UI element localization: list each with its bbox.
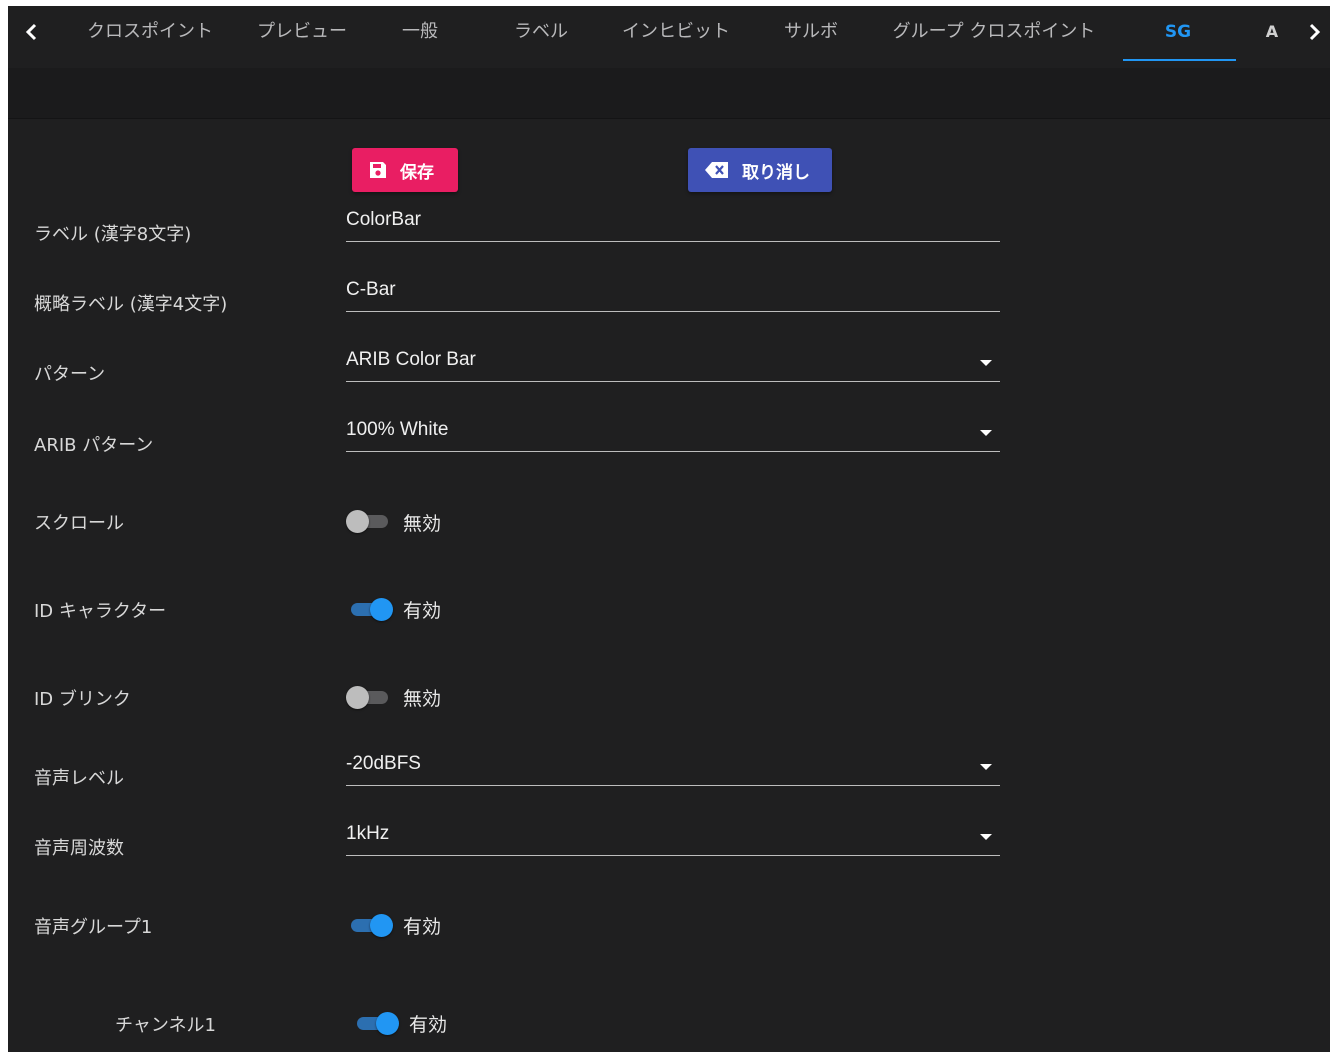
tab-group-crosspoint[interactable]: グループ クロスポイント	[884, 18, 1104, 46]
dropdown-arrow-icon	[980, 834, 992, 840]
tab-scroll-left-button[interactable]	[20, 20, 44, 44]
channel1-field-label: チャンネル1	[115, 1015, 216, 1036]
id-blink-state-text: 無効	[403, 688, 442, 710]
active-tab-indicator	[1123, 59, 1236, 61]
audio-level-field-label: 音声レベル	[34, 768, 124, 789]
toggle-thumb	[346, 510, 369, 533]
dropdown-arrow-icon	[980, 360, 992, 366]
toggle-thumb	[376, 1012, 399, 1035]
backspace-icon	[704, 160, 730, 180]
toolbar-strip	[8, 68, 1330, 119]
scroll-field-label: スクロール	[34, 513, 124, 534]
id-character-field-label: ID キャラクター	[34, 601, 167, 622]
tab-general[interactable]: 一般	[390, 18, 450, 46]
arib-pattern-field-label: ARIB パターン	[34, 435, 154, 456]
label-input-value: ColorBar	[346, 209, 421, 230]
save-button[interactable]: 保存	[352, 148, 458, 192]
save-icon	[368, 160, 388, 180]
id-character-toggle[interactable]	[347, 597, 393, 621]
tab-bar: クロスポイント プレビュー 一般 ラベル インヒビット サルボ グループ クロス…	[8, 6, 1330, 64]
audio-group1-toggle[interactable]	[347, 913, 393, 937]
id-blink-toggle[interactable]	[346, 685, 390, 709]
pattern-field-label: パターン	[34, 364, 106, 385]
tab-a-partial[interactable]: A	[1262, 18, 1282, 46]
save-button-label: 保存	[400, 162, 434, 183]
arib-pattern-select[interactable]: 100% White	[346, 415, 1000, 452]
dropdown-arrow-icon	[980, 430, 992, 436]
audio-group1-field-label: 音声グループ1	[34, 917, 153, 938]
sg-settings-page: クロスポイント プレビュー 一般 ラベル インヒビット サルボ グループ クロス…	[8, 6, 1330, 1052]
toggle-thumb	[346, 686, 369, 709]
arib-pattern-select-value: 100% White	[346, 419, 449, 440]
id-blink-field-label: ID ブリンク	[34, 689, 131, 710]
tab-sg[interactable]: SG	[1148, 18, 1208, 46]
toggle-thumb	[370, 598, 393, 621]
audio-frequency-field-label: 音声周波数	[34, 838, 124, 859]
pattern-select[interactable]: ARIB Color Bar	[346, 345, 1000, 382]
tab-label[interactable]: ラベル	[504, 18, 578, 46]
tab-inhibit[interactable]: インヒビット	[616, 18, 736, 46]
channel1-toggle[interactable]	[353, 1011, 399, 1035]
label-field-label: ラベル (漢字8文字)	[34, 224, 192, 245]
tab-preview[interactable]: プレビュー	[254, 18, 350, 46]
pattern-select-value: ARIB Color Bar	[346, 349, 476, 370]
toggle-thumb	[370, 914, 393, 937]
audio-frequency-select[interactable]: 1kHz	[346, 819, 1000, 856]
tab-crosspoint[interactable]: クロスポイント	[82, 18, 218, 46]
scroll-state-text: 無効	[403, 513, 442, 535]
audio-group1-state-text: 有効	[403, 916, 442, 938]
dropdown-arrow-icon	[980, 764, 992, 770]
cancel-button-label: 取り消し	[742, 162, 810, 183]
chevron-right-icon	[1309, 23, 1321, 41]
tab-scroll-right-button[interactable]	[1302, 20, 1326, 44]
channel1-state-text: 有効	[409, 1014, 448, 1036]
audio-level-select[interactable]: -20dBFS	[346, 749, 1000, 786]
chevron-left-icon	[25, 23, 37, 41]
short-label-input-value: C-Bar	[346, 279, 396, 300]
cancel-button[interactable]: 取り消し	[688, 148, 832, 192]
audio-frequency-select-value: 1kHz	[346, 823, 390, 844]
tab-salvo[interactable]: サルボ	[778, 18, 844, 46]
short-label-field-label: 概略ラベル (漢字4文字)	[34, 294, 228, 315]
scroll-toggle[interactable]	[346, 509, 390, 533]
label-input[interactable]: ColorBar	[346, 205, 1000, 242]
audio-level-select-value: -20dBFS	[346, 753, 421, 774]
id-character-state-text: 有効	[403, 600, 442, 622]
short-label-input[interactable]: C-Bar	[346, 275, 1000, 312]
